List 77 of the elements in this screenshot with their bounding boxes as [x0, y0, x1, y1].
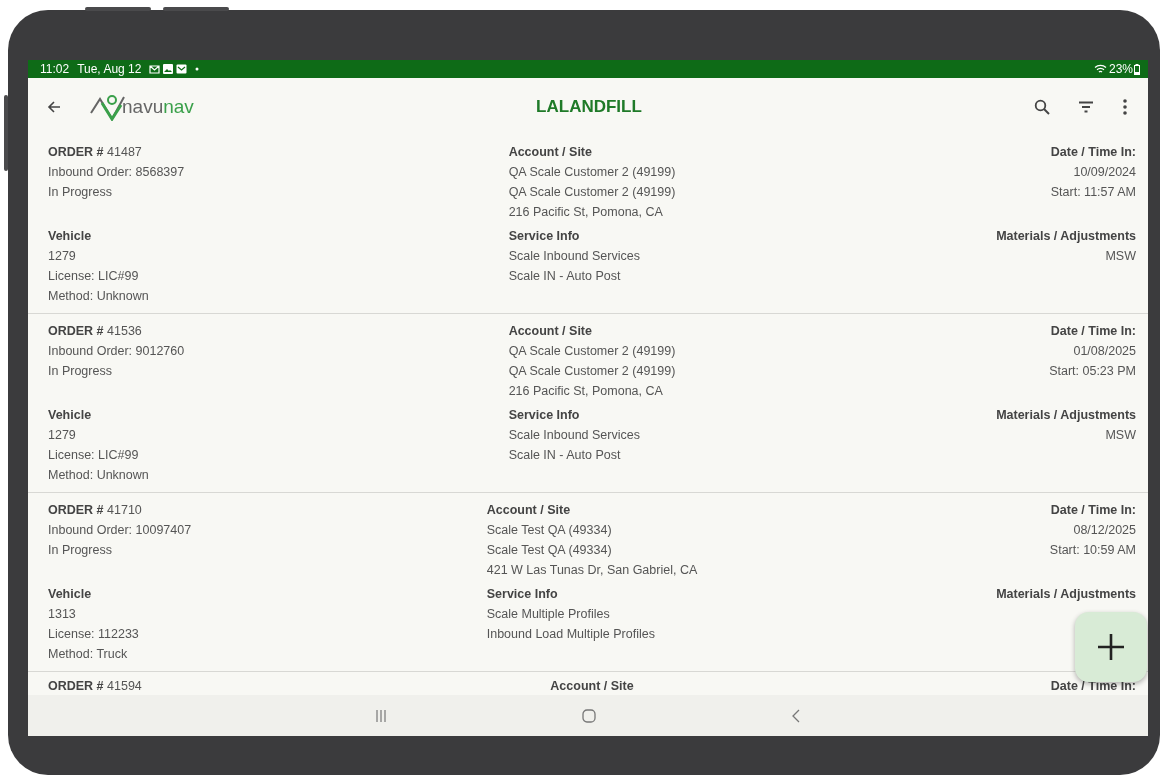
date-time-value: 01/08/2025 [1073, 343, 1136, 360]
back-arrow-icon[interactable] [46, 98, 62, 115]
date-time-value: Start: 10:59 AM [1049, 542, 1136, 559]
date-time-value: Start: 05:23 PM [1049, 363, 1136, 380]
account-site-label: Account / Site [508, 323, 593, 340]
filter-icon[interactable] [1078, 100, 1094, 113]
date-time-label: Date / Time In: [1050, 144, 1136, 161]
materials-label: Materials / Adjustments [996, 586, 1136, 603]
service-info-value: Scale IN - Auto Post [508, 268, 622, 285]
service-info-label: Service Info [486, 586, 559, 603]
logo-text: navunav [122, 95, 194, 118]
account-site-value: 216 Pacific St, Pomona, CA [508, 383, 664, 400]
notification-dot-icon [194, 66, 201, 72]
status-time: 11:02 [40, 62, 70, 76]
account-site-label: Account / Site [550, 678, 634, 695]
account-site-label: Account / Site [486, 502, 572, 519]
image-icon [163, 64, 174, 74]
order-value: Inbound Order: 9012760 [48, 343, 186, 360]
mail-icon [149, 64, 161, 74]
service-info-label: Service Info [508, 407, 581, 424]
service-info-value: Scale Multiple Profiles [486, 606, 611, 623]
order-value: In Progress [48, 184, 113, 201]
vehicle-value: License: 112233 [48, 626, 140, 643]
battery-percent: 23% [1108, 62, 1133, 76]
account-site-value: 421 W Las Tunas Dr, San Gabriel, CA [486, 562, 698, 579]
date-time-value: 08/12/2025 [1073, 522, 1136, 539]
account-site-value: 216 Pacific St, Pomona, CA [508, 204, 664, 221]
service-info-label: Service Info [508, 228, 581, 245]
account-site-value: QA Scale Customer 2 (49199) [508, 184, 676, 201]
service-info-value: Scale Inbound Services [508, 248, 641, 265]
vehicle-value: 1279 [48, 248, 77, 265]
date-time-label: Date / Time In: [1050, 502, 1136, 519]
materials-label: Materials / Adjustments [996, 228, 1136, 245]
date-time-value: Start: 11:57 AM [1050, 184, 1136, 201]
materials-value: MSW [1105, 427, 1136, 444]
order-number: ORDER # 41487 [48, 144, 143, 161]
date-time-value: 10/09/2024 [1073, 164, 1136, 181]
account-site-label: Account / Site [508, 144, 593, 161]
wifi-icon [1093, 64, 1107, 74]
screen-title: LALANDFILL [536, 96, 642, 117]
status-date: Tue, Aug 12 [77, 62, 142, 76]
search-icon[interactable] [1034, 98, 1050, 115]
order-number: ORDER # 41536 [48, 323, 143, 340]
more-options-icon[interactable] [1122, 98, 1128, 115]
vehicle-label: Vehicle [48, 586, 93, 603]
order-number: ORDER # 41594 [48, 678, 143, 695]
home-icon[interactable] [582, 708, 596, 723]
account-site-value: Scale Test QA (49334) [486, 542, 613, 559]
account-site-value: Scale Test QA (49334) [486, 522, 613, 539]
account-site-value: QA Scale Customer 2 (49199) [508, 343, 676, 360]
materials-value: MSW [1105, 248, 1136, 265]
vehicle-value: License: LIC#99 [48, 447, 140, 464]
order-value: Inbound Order: 8568397 [48, 164, 186, 181]
vehicle-value: 1279 [48, 427, 77, 444]
service-info-value: Inbound Load Multiple Profiles [486, 626, 656, 643]
order-value: In Progress [48, 542, 113, 559]
envelope-icon [176, 64, 188, 74]
back-icon[interactable] [792, 708, 800, 723]
vehicle-value: 1313 [48, 606, 77, 623]
order-number: ORDER # 41710 [48, 502, 143, 519]
date-time-label: Date / Time In: [1050, 323, 1136, 340]
vehicle-value: Method: Unknown [48, 288, 150, 305]
vehicle-label: Vehicle [48, 407, 93, 424]
order-value: Inbound Order: 10097407 [48, 522, 193, 539]
account-site-value: QA Scale Customer 2 (49199) [508, 363, 676, 380]
vehicle-value: Method: Unknown [48, 467, 150, 484]
vehicle-value: Method: Truck [48, 646, 129, 663]
service-info-value: Scale IN - Auto Post [508, 447, 622, 464]
order-value: In Progress [48, 363, 113, 380]
materials-label: Materials / Adjustments [996, 407, 1136, 424]
plus-icon [1097, 633, 1125, 661]
vehicle-value: License: LIC#99 [48, 268, 140, 285]
battery-icon [1134, 63, 1140, 75]
add-button[interactable] [1075, 612, 1147, 682]
vehicle-label: Vehicle [48, 228, 93, 245]
account-site-value: QA Scale Customer 2 (49199) [508, 164, 676, 181]
service-info-value: Scale Inbound Services [508, 427, 641, 444]
